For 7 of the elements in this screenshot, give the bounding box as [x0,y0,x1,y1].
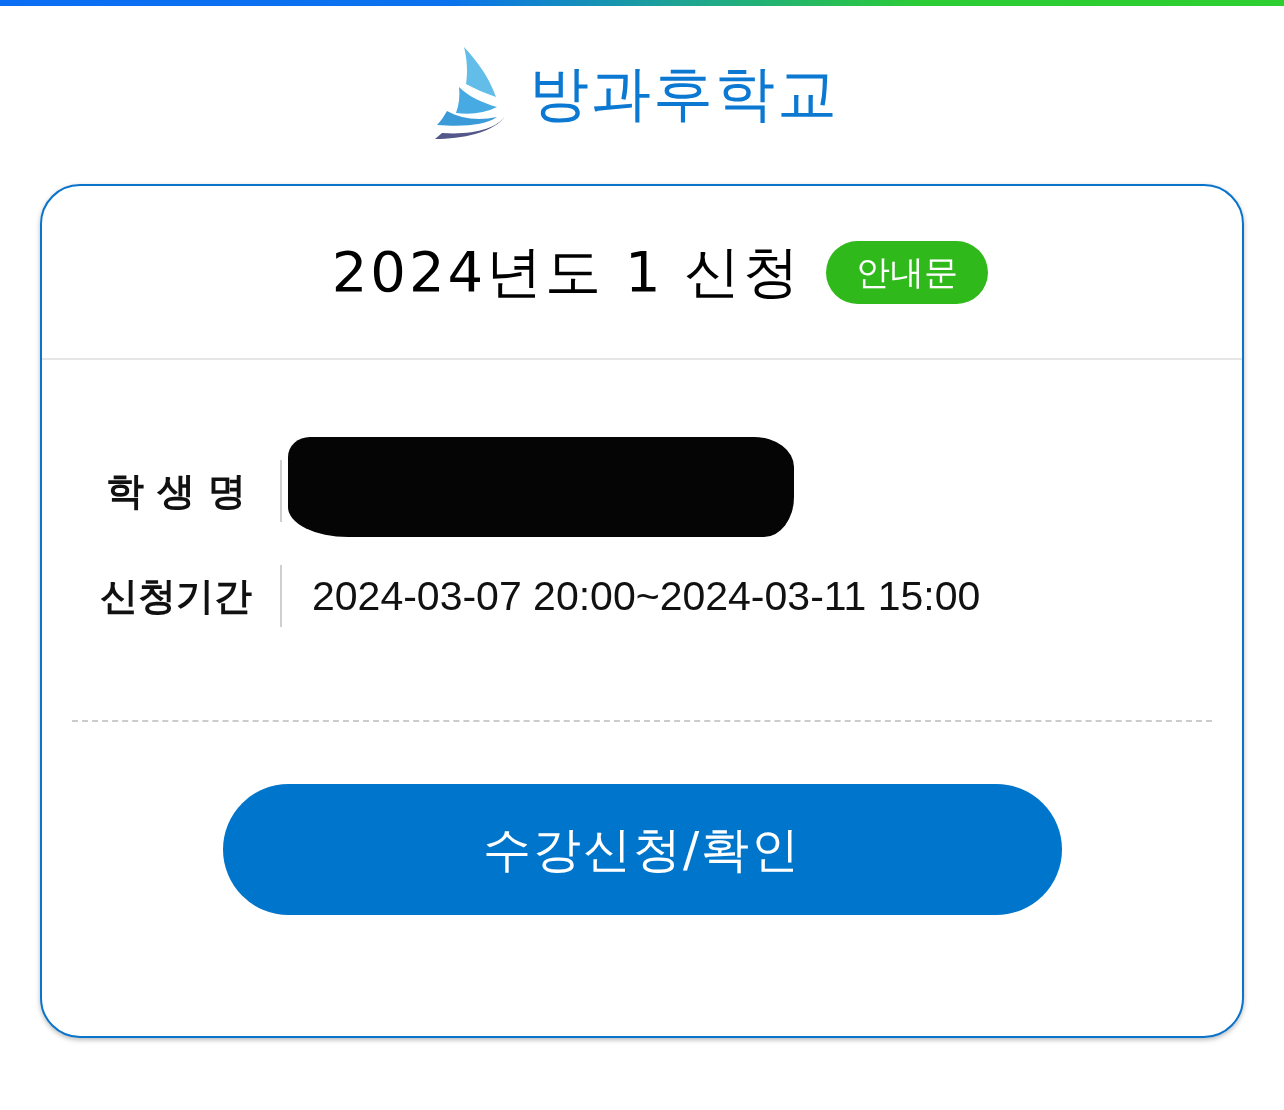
site-title: 방과후학교 [529,63,839,123]
notice-badge-button[interactable]: 안내문 [826,240,989,304]
card-title: 2024년도 1 신청 [331,238,803,306]
field-label: 신청기간 [100,572,252,620]
field-value: 2024-03-07 20:00~2024-03-11 15:00 [311,572,982,620]
field-label: 학 생 명 [105,467,247,515]
enroll-confirm-button[interactable]: 수강신청/확인 [222,784,1062,915]
